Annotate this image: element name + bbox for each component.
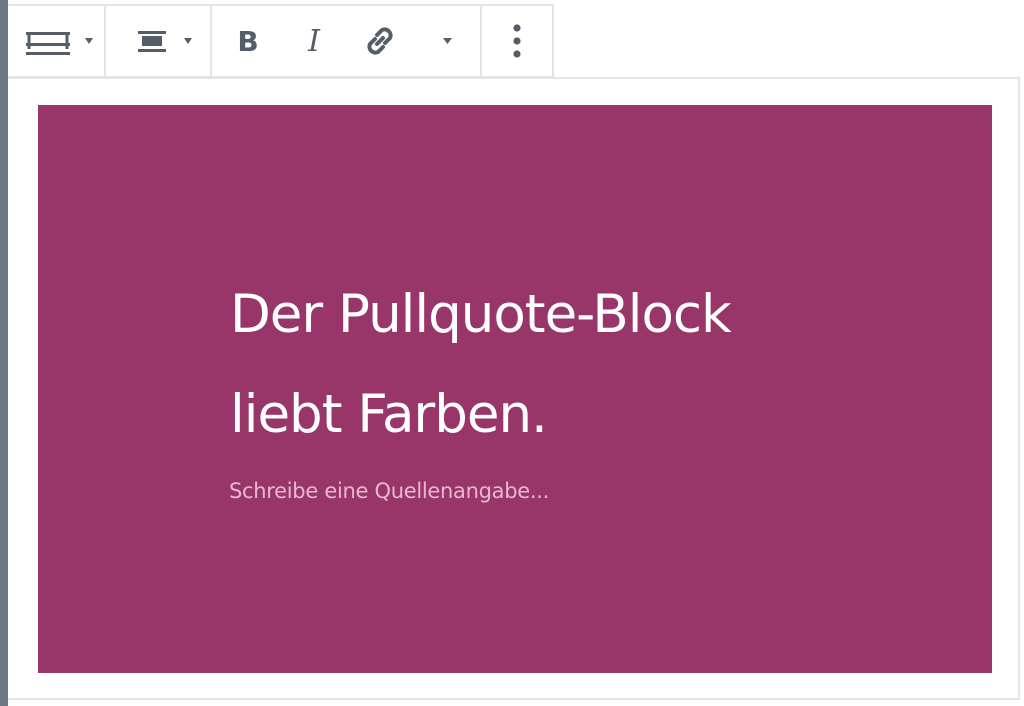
pullquote-text[interactable]: Der Pullquote-Block liebt Farben. bbox=[230, 265, 870, 465]
more-formatting-dropdown-button[interactable] bbox=[416, 6, 480, 76]
bold-icon: B bbox=[237, 25, 258, 58]
more-formatting-chevron-icon bbox=[443, 38, 452, 44]
link-button[interactable] bbox=[344, 6, 416, 76]
italic-icon: I bbox=[307, 24, 321, 59]
toolbar-group-options bbox=[482, 6, 552, 76]
link-icon bbox=[367, 27, 393, 55]
pullquote-line-1: Der Pullquote-Block bbox=[230, 284, 732, 345]
citation-input[interactable]: Schreibe eine Quellenangabe... bbox=[229, 479, 549, 503]
align-center-icon bbox=[138, 31, 192, 52]
block-toolbar: B I bbox=[8, 4, 554, 78]
italic-button[interactable]: I bbox=[284, 6, 344, 76]
toolbar-group-align bbox=[106, 6, 212, 76]
more-options-icon bbox=[513, 24, 521, 58]
toolbar-group-style bbox=[8, 6, 106, 76]
editor-frame: B I Der Pullquote-Block liebt Farben. Sc… bbox=[0, 0, 1024, 706]
svg-text:I: I bbox=[307, 24, 321, 59]
more-options-button[interactable] bbox=[482, 6, 552, 76]
block-selection-rail bbox=[0, 0, 8, 706]
pullquote-line-2: liebt Farben. bbox=[230, 384, 548, 445]
block-style-dropdown-button[interactable] bbox=[8, 6, 104, 76]
align-dropdown-button[interactable] bbox=[106, 6, 210, 76]
bold-button[interactable]: B bbox=[212, 6, 284, 76]
toolbar-group-format: B I bbox=[212, 6, 482, 76]
block-style-icon bbox=[26, 32, 93, 55]
pullquote-panel[interactable]: Der Pullquote-Block liebt Farben. Schrei… bbox=[38, 105, 992, 673]
svg-text:B: B bbox=[237, 25, 258, 58]
